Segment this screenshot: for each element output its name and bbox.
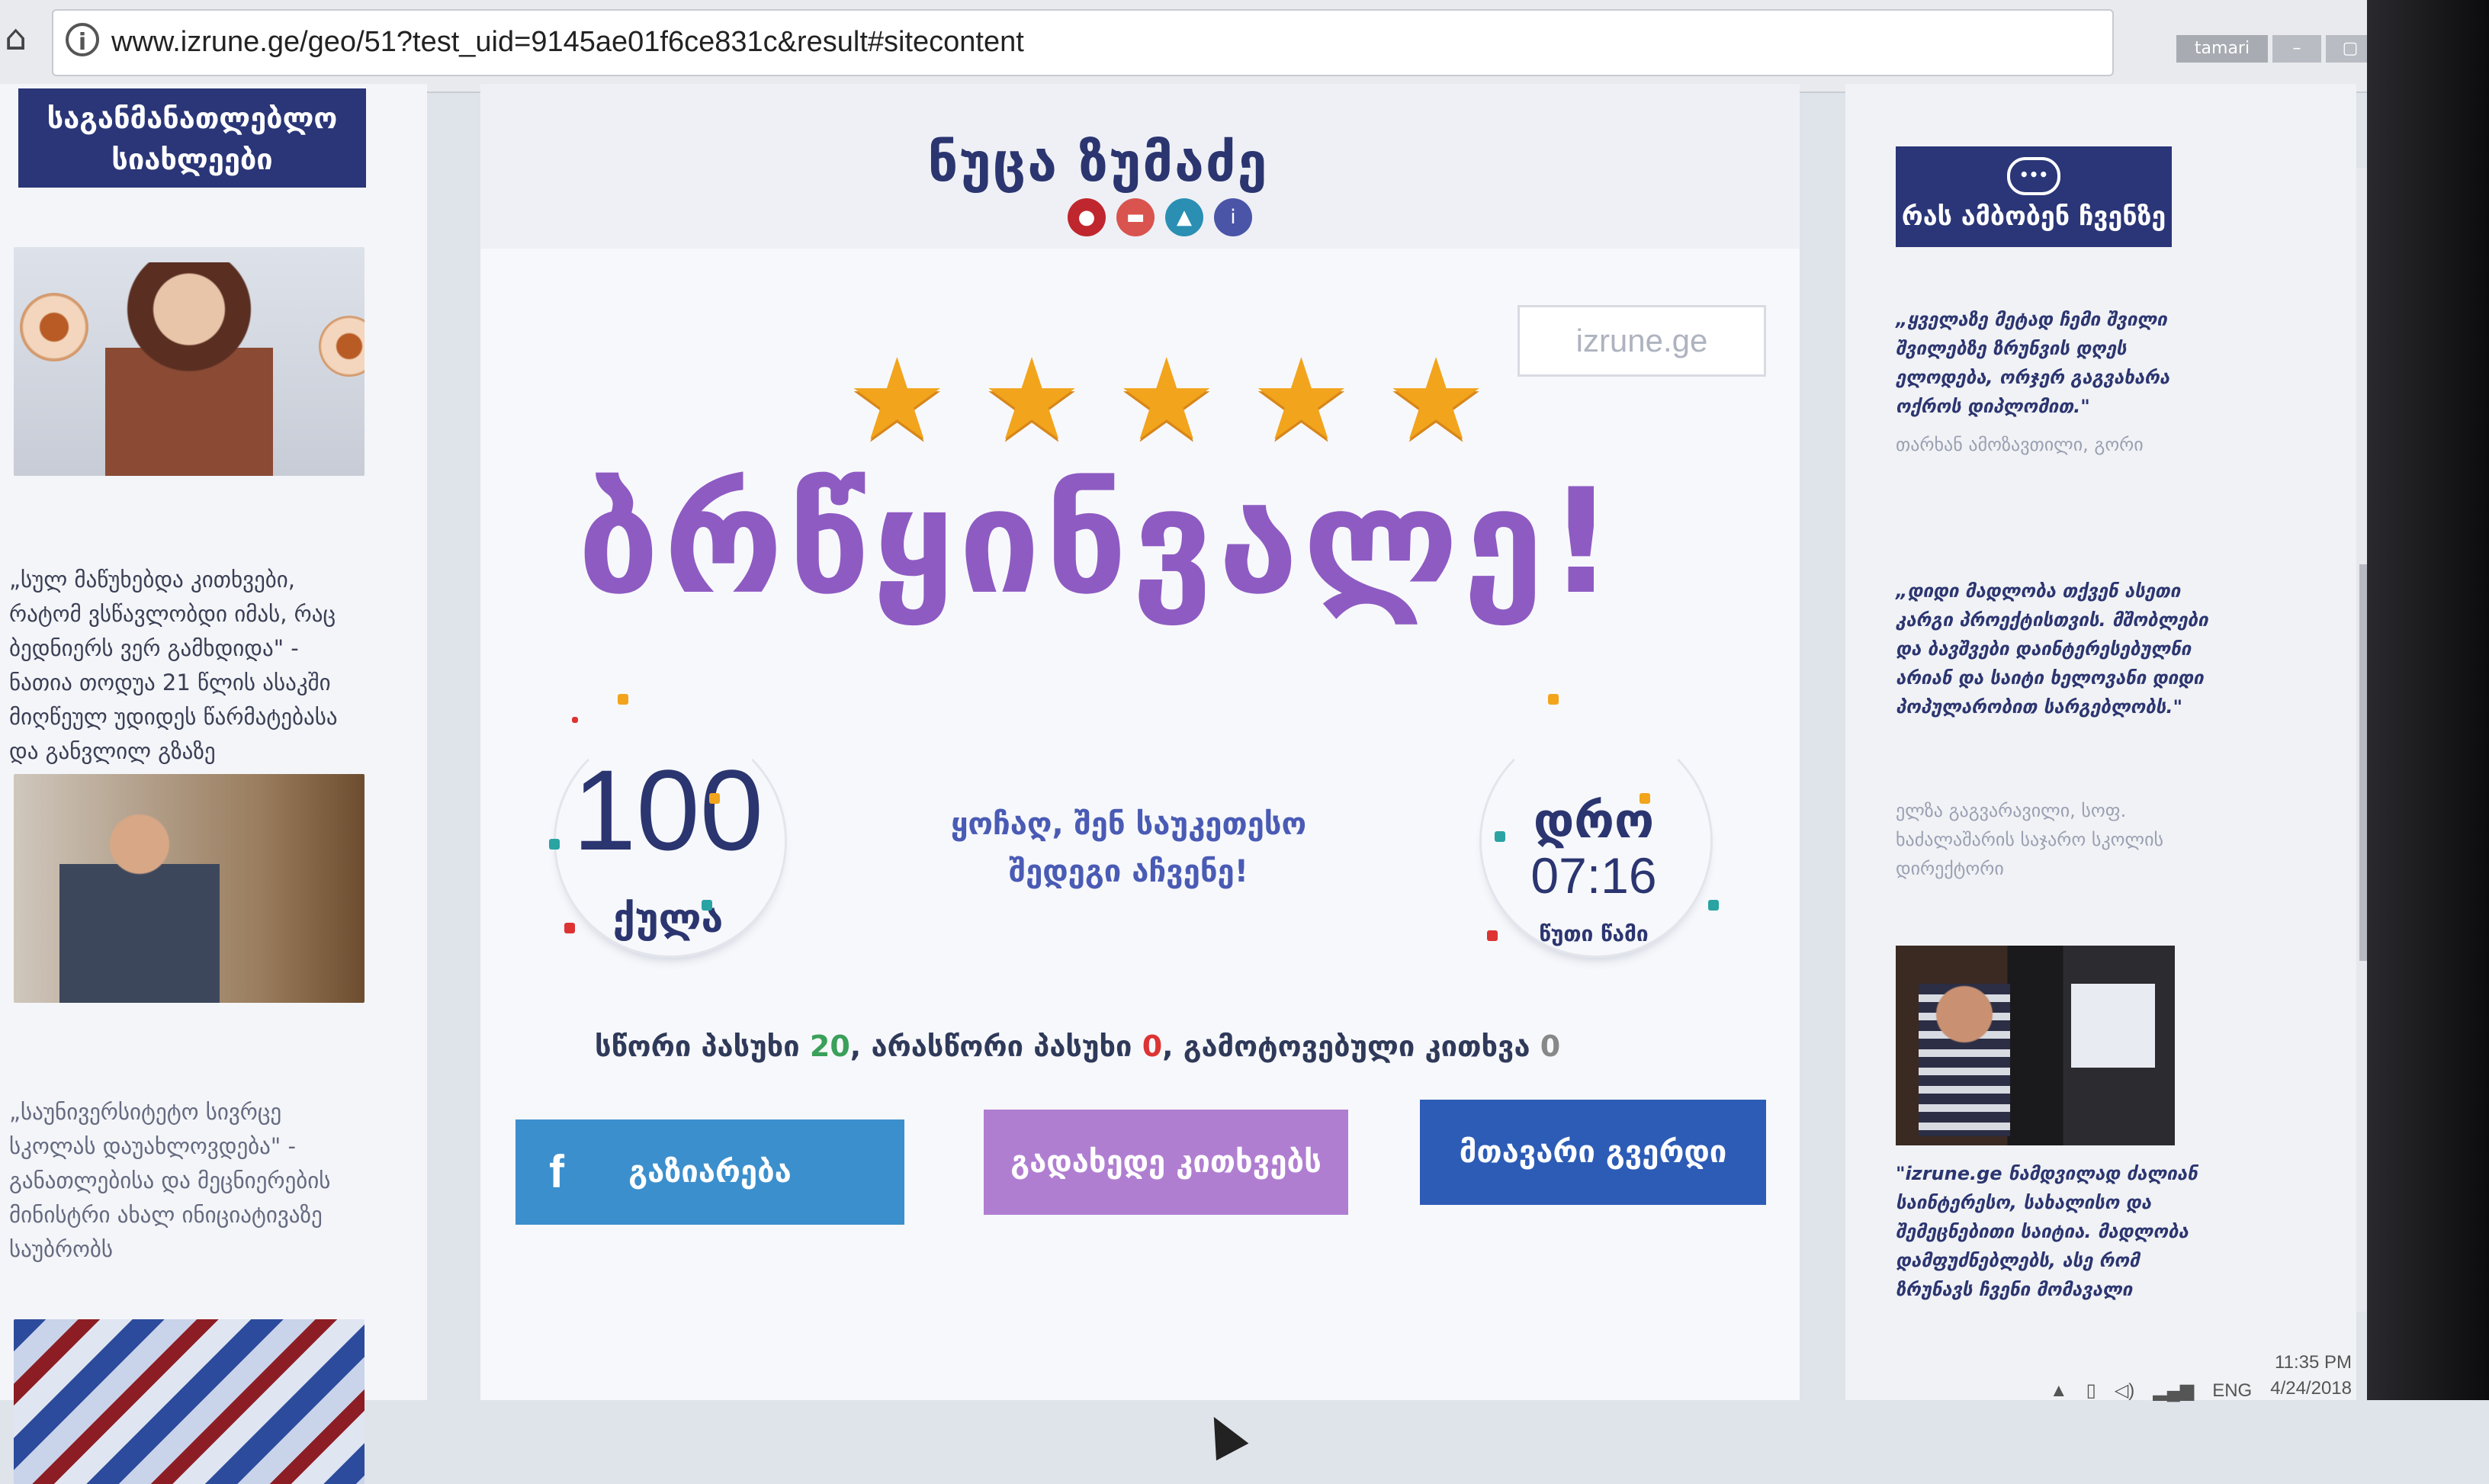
system-clock[interactable]: 11:35 PM 4/24/2018 [2270,1350,2352,1402]
wrong-count: 0 [1142,1029,1163,1063]
graduation-badge-icon[interactable]: ▲ [1165,198,1203,236]
time-value: 07:16 [1530,847,1657,904]
wrong-label: , არასწორი პასუხი [849,1029,1132,1063]
achievement-badges: ● ▬ ▲ i [1068,198,1252,236]
book-badge-icon[interactable]: ▬ [1116,198,1155,236]
site-watermark: izrune.ge [1517,305,1766,377]
news-image-3[interactable] [14,1319,365,1484]
star-icon: ★ [1116,334,1218,465]
confetti [549,839,560,850]
skipped-count: 0 [1540,1029,1561,1063]
testimonial-quote: „ყველაზე მეტად ჩემი შვილი შვილებზე ზრუნვ… [1896,309,2170,417]
testimonial-quote: „დიდი მადლობა თქვენ ასეთი კარგი პროექტის… [1896,580,2208,718]
browser-toolbar: ⌂ i www.izrune.ge/geo/51?test_uid=9145ae… [0,0,2489,93]
monitor-bezel [2367,0,2489,1400]
language-indicator[interactable]: ENG [2212,1380,2252,1402]
confetti [572,717,578,723]
info-badge-icon[interactable]: i [1214,198,1252,236]
lamp-decoration [20,293,88,361]
url-text[interactable]: www.izrune.ge/geo/51?test_uid=9145ae01f6… [111,26,1024,59]
star-icon: ★ [846,334,948,465]
chat-bubble-icon: ••• [2007,157,2060,195]
testimonial-photo [1896,946,2175,1145]
person-photo [105,262,273,476]
result-panel: ნუცა ზუმაძე ● ▬ ▲ i izrune.ge ★ ★ ★ ★ ★ ბრწყ… [480,84,1800,1461]
correct-label: სწორი პასუხი [595,1029,800,1063]
share-button-label: გაზიარება [628,1155,792,1190]
left-sidebar: საგანმანათლებლო სიახლეები „სულ მაწუხებდა… [0,84,427,1484]
star-icon: ★ [1385,334,1487,465]
monitor-screen [2071,984,2155,1068]
minimize-button[interactable]: – [2272,35,2321,63]
profile-button[interactable]: tamari [2176,35,2268,63]
testimonial-author: ელზა გაგვარავილი, სოფ. ხაძალაშარის საჯარ… [1896,800,2164,879]
review-questions-button[interactable]: გადახედე კითხვებს [984,1110,1348,1215]
testimonial-quote: "izrune.ge ნამდვილად ძალიან საინტერესო, … [1896,1163,2198,1300]
confetti [709,793,720,804]
child-figure [1919,984,2010,1136]
points-label: ქულა [612,896,724,942]
mouse-cursor-icon [1197,1408,1249,1461]
skipped-label: , გამოტოვებული კითხვა [1162,1029,1530,1063]
news-image-2[interactable] [14,774,365,1003]
star-icon: ★ [1251,334,1352,465]
news-image-1[interactable] [14,247,365,476]
testimonial-author: თარხან ამოზავთილი, გორი [1896,434,2144,455]
confetti [1708,900,1719,911]
facebook-icon: f [549,1146,564,1197]
testimonials-title: რას ამბობენ ჩვენზე [1901,201,2166,232]
correct-count: 20 [809,1029,850,1063]
clock-date: 4/24/2018 [2270,1378,2352,1399]
time-label: დრო [1533,793,1655,850]
volume-icon[interactable]: ◁) [2115,1380,2134,1402]
tray-up-arrow-icon[interactable]: ▲ [2050,1380,2068,1402]
battery-icon[interactable]: ▯ [2086,1380,2096,1402]
time-unit: წუთი წამი [1539,921,1649,946]
system-tray: ▲ ▯ ◁) ▂▄▆ ENG 11:35 PM 4/24/2018 [2050,1350,2352,1402]
confetti [564,923,575,933]
network-icon[interactable]: ▂▄▆ [2153,1380,2194,1402]
star-icon: ★ [981,334,1083,465]
result-message: ყოჩაღ, შენ საუკეთესო შედეგი აჩვენე! [950,807,1307,889]
rating-stars: ★ ★ ★ ★ ★ [846,343,1486,456]
share-button[interactable]: f გაზიარება [515,1119,904,1225]
confetti [618,694,628,705]
home-page-button[interactable]: მთავარი გვერდი [1420,1100,1766,1205]
home-icon[interactable]: ⌂ [5,17,27,58]
confetti [1548,694,1559,705]
confetti [702,900,712,911]
user-name: ნუცა ზუმაძე [927,131,1269,194]
person-photo [59,805,220,1003]
info-icon[interactable]: i [66,23,99,56]
address-bar[interactable]: i www.izrune.ge/geo/51?test_uid=9145ae01… [52,9,2114,76]
apple-badge-icon[interactable]: ● [1068,198,1106,236]
grade-title: ბრწყინვალე! [577,458,1619,626]
right-sidebar: ••• რას ამბობენ ჩვენზე „ყველაზე მეტად ჩე… [1845,84,2356,1400]
news-link-1[interactable]: „სულ მაწუხებდა კითხვები, რატომ ვსწავლობდ… [9,563,368,769]
answer-summary: სწორი პასუხი 20, არასწორი პასუხი 0, გამო… [595,1029,1739,1063]
news-link-2[interactable]: „საუნივერსიტეტო სივრცე სკოლას დაუახლოვდე… [9,1095,368,1267]
testimonials-banner[interactable]: ••• რას ამბობენ ჩვენზე [1896,146,2172,247]
lamp-decoration [319,316,365,377]
clock-time: 11:35 PM [2275,1352,2352,1373]
news-banner[interactable]: საგანმანათლებლო სიახლეები [18,88,366,188]
points-value: 100 [572,746,764,874]
